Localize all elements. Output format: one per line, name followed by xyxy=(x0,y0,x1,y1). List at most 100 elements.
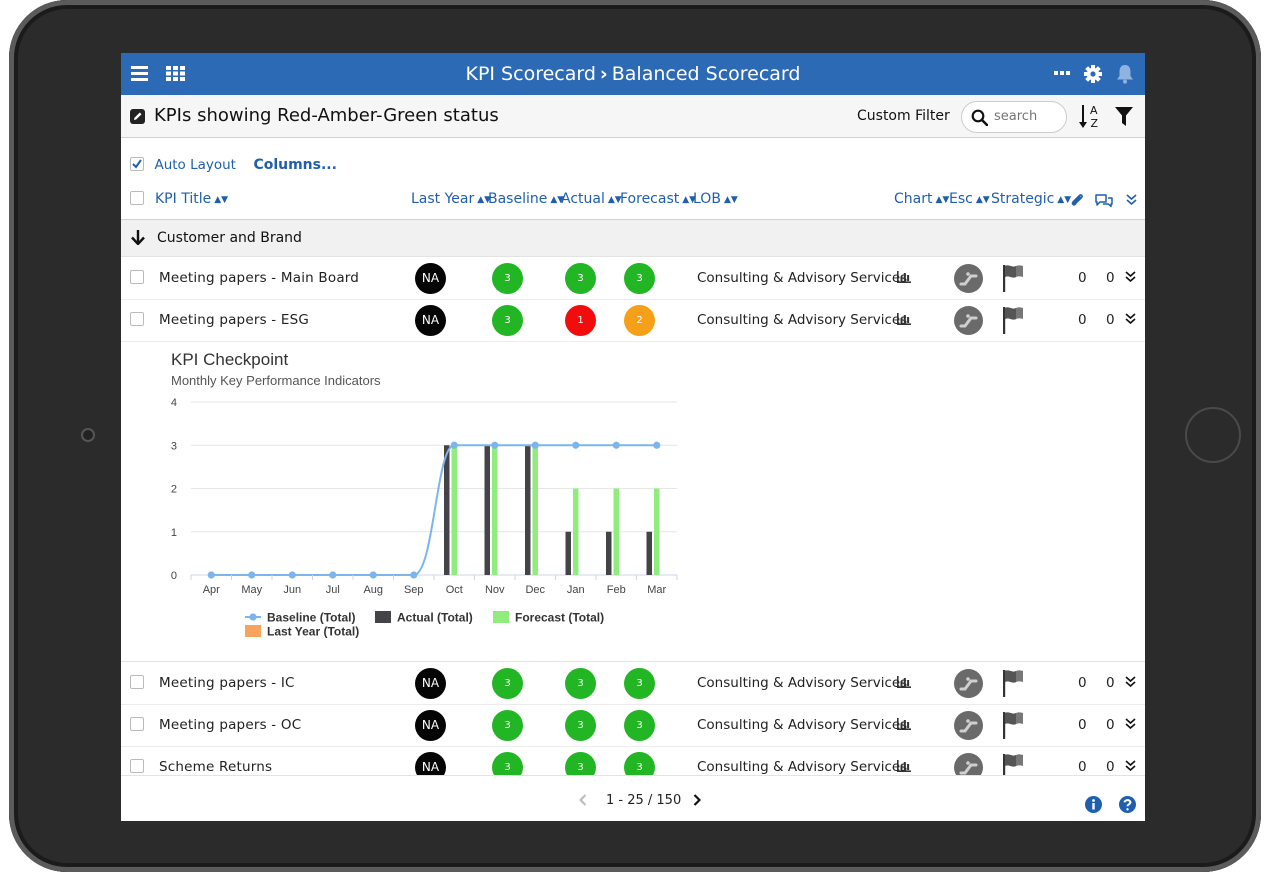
baseline-status-badge[interactable]: 3 xyxy=(492,668,523,699)
kpi-title[interactable]: Meeting papers - OC xyxy=(159,717,301,733)
col-last-year[interactable]: Last Year ▲▼ xyxy=(411,191,491,207)
custom-filter-button[interactable]: Custom Filter xyxy=(857,108,950,124)
row-checkbox[interactable] xyxy=(130,312,144,326)
col-kpi-title-label: KPI Title xyxy=(155,191,212,207)
col-esc[interactable]: Esc ▲▼ xyxy=(949,191,990,207)
actual-status-badge[interactable]: 3 xyxy=(565,710,596,741)
group-header[interactable]: Customer and Brand xyxy=(121,220,1145,257)
home-button[interactable] xyxy=(1185,407,1241,463)
baseline-status-badge[interactable]: 3 xyxy=(492,305,523,336)
gear-icon[interactable] xyxy=(1084,65,1102,83)
col-last-year-label: Last Year xyxy=(411,191,475,207)
y-tick-label: 0 xyxy=(171,570,177,582)
actual-status-badge[interactable]: 3 xyxy=(565,263,596,294)
last-year-status-badge[interactable]: NA xyxy=(415,668,446,699)
col-lob[interactable]: LOB ▲▼ xyxy=(693,191,738,207)
kpi-title[interactable]: Meeting papers - Main Board xyxy=(159,270,359,286)
select-all-checkbox[interactable] xyxy=(130,191,144,205)
baseline-status-badge[interactable]: 3 xyxy=(492,263,523,294)
expand-row-icon[interactable] xyxy=(1125,313,1136,324)
table-row[interactable]: Meeting papers - OC NA 3 3 3 Consulting & Adv… xyxy=(121,704,1145,747)
attachment-icon[interactable] xyxy=(1069,192,1085,208)
last-year-status-badge[interactable]: NA xyxy=(415,710,446,741)
auto-layout-label[interactable]: Auto Layout xyxy=(154,157,236,173)
bell-icon[interactable] xyxy=(1116,64,1134,84)
x-tick-label: Feb xyxy=(607,584,626,596)
col-actual[interactable]: Actual ▲▼ xyxy=(561,191,622,207)
comments-icon[interactable] xyxy=(1094,193,1114,208)
row-checkbox[interactable] xyxy=(130,759,144,773)
escalation-button[interactable] xyxy=(954,711,983,740)
point-baseline xyxy=(572,441,580,449)
auto-layout-checkbox[interactable] xyxy=(130,157,144,171)
expand-row-icon[interactable] xyxy=(1125,676,1136,687)
comments-count: 0 xyxy=(1106,675,1115,691)
actual-status-badge[interactable]: 3 xyxy=(565,668,596,699)
search-input[interactable] xyxy=(992,108,1062,125)
expand-row-icon[interactable] xyxy=(1125,760,1136,771)
col-baseline[interactable]: Baseline ▲▼ xyxy=(488,191,564,207)
flag-icon[interactable] xyxy=(1000,305,1024,335)
table-row[interactable]: Meeting papers - Main Board NA 3 3 3 Consulti… xyxy=(121,257,1145,300)
filter-icon[interactable] xyxy=(1115,107,1133,127)
bar-actual-total xyxy=(525,445,531,575)
legend-symbol xyxy=(493,611,509,623)
help-icon[interactable] xyxy=(1119,796,1136,813)
bar-actual-total xyxy=(646,531,652,575)
flag-icon[interactable] xyxy=(1000,263,1024,293)
col-strategic[interactable]: Strategic ▲▼ xyxy=(991,191,1071,207)
lob-value: Consulting & Advisory Services xyxy=(697,312,908,328)
table-row[interactable]: Meeting papers - IC NA 3 3 3 Consulting & Adv… xyxy=(121,662,1145,705)
kpi-title[interactable]: Scheme Returns xyxy=(159,759,272,775)
escalation-button[interactable] xyxy=(954,306,983,335)
bar-chart-icon[interactable] xyxy=(897,676,911,688)
forecast-status-badge[interactable]: 3 xyxy=(624,710,655,741)
bar-chart-icon[interactable] xyxy=(897,760,911,772)
bar-chart-icon[interactable] xyxy=(897,313,911,325)
expand-row-icon[interactable] xyxy=(1125,271,1136,282)
y-tick-label: 3 xyxy=(171,440,177,452)
row-checkbox[interactable] xyxy=(130,270,144,284)
forecast-status-badge[interactable]: 2 xyxy=(624,305,655,336)
bar-chart-icon[interactable] xyxy=(897,271,911,283)
kpi-title[interactable]: Meeting papers - ESG xyxy=(159,312,309,328)
edit-icon[interactable] xyxy=(130,109,145,124)
row-checkbox[interactable] xyxy=(130,717,144,731)
forecast-status-badge[interactable]: 3 xyxy=(624,263,655,294)
last-year-status-badge[interactable]: NA xyxy=(415,305,446,336)
col-forecast[interactable]: Forecast ▲▼ xyxy=(620,191,696,207)
escalation-button[interactable] xyxy=(954,669,983,698)
actual-status-badge[interactable]: 1 xyxy=(565,305,596,336)
col-chart[interactable]: Chart ▲▼ xyxy=(894,191,949,207)
baseline-status-badge[interactable]: 3 xyxy=(492,710,523,741)
last-year-status-badge[interactable]: NA xyxy=(415,263,446,294)
sort-az-icon[interactable]: A Z xyxy=(1078,103,1102,129)
point-baseline xyxy=(248,571,256,579)
expand-all-icon[interactable] xyxy=(1126,194,1137,205)
row-checkbox[interactable] xyxy=(130,675,144,689)
more-options-icon[interactable] xyxy=(1054,71,1070,75)
legend-symbol xyxy=(249,613,257,621)
sort-icon: ▲▼ xyxy=(935,195,950,205)
chart-y-ticks: 0 1 2 3 4 xyxy=(171,397,177,582)
x-tick-label: Dec xyxy=(525,584,545,596)
kpi-title[interactable]: Meeting papers - IC xyxy=(159,675,295,691)
columns-link[interactable]: Columns... xyxy=(253,157,337,173)
search-box[interactable] xyxy=(961,101,1067,133)
col-kpi-title[interactable]: KPI Title ▲▼ xyxy=(155,191,228,207)
escalation-button[interactable] xyxy=(954,264,983,293)
comments-count: 0 xyxy=(1106,717,1115,733)
expand-row-icon[interactable] xyxy=(1125,718,1136,729)
breadcrumb-root[interactable]: KPI Scorecard xyxy=(466,63,596,85)
flag-icon[interactable] xyxy=(1000,668,1024,698)
flag-icon[interactable] xyxy=(1000,710,1024,740)
top-bar: KPI Scorecard › Balanced Scorecard xyxy=(121,53,1145,95)
forecast-status-badge[interactable]: 3 xyxy=(624,668,655,699)
point-baseline xyxy=(369,571,377,579)
next-page-icon[interactable] xyxy=(693,794,701,806)
info-icon[interactable] xyxy=(1085,796,1102,813)
prev-page-icon[interactable] xyxy=(579,794,587,806)
bar-chart-icon[interactable] xyxy=(897,718,911,730)
escalator-icon xyxy=(959,677,978,691)
table-row[interactable]: Meeting papers - ESG NA 3 1 2 Consulting & Ad… xyxy=(121,299,1145,342)
